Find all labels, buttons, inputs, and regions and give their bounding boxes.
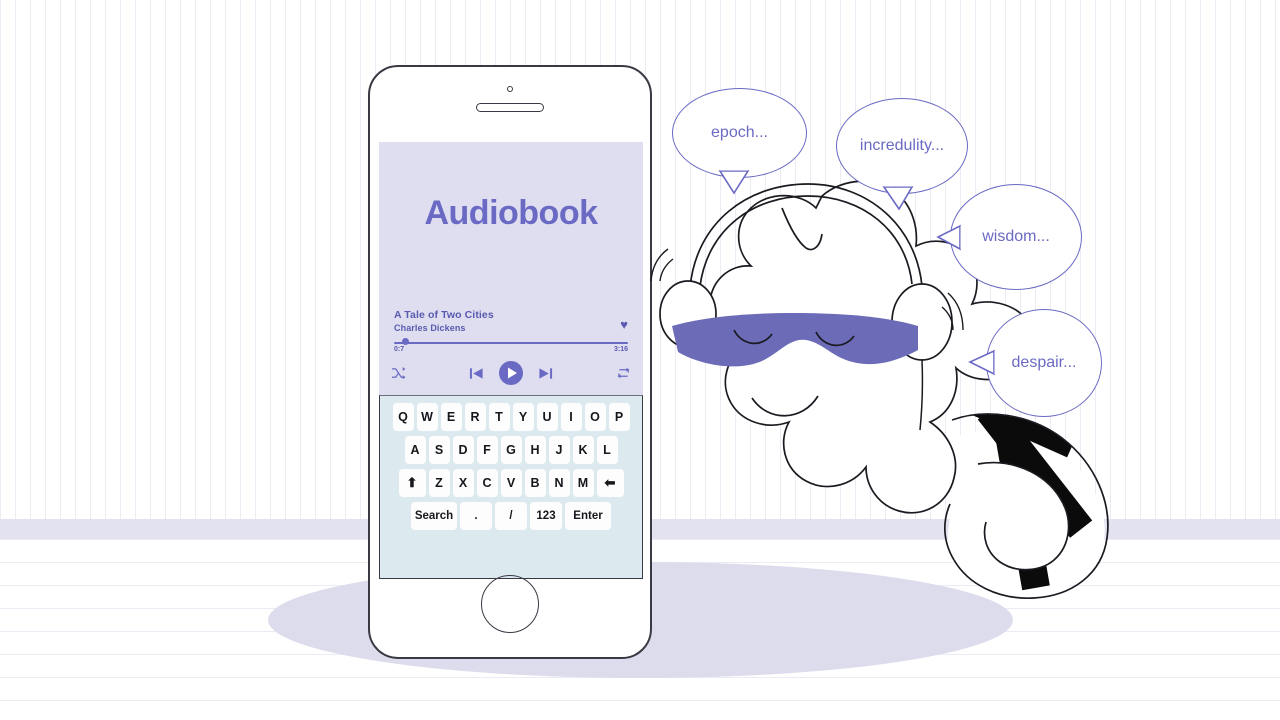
phone-frame: Audiobook A Tale of Two Cities Charles D…: [368, 65, 652, 659]
key-g[interactable]: G: [500, 436, 522, 464]
key-e[interactable]: E: [440, 403, 462, 431]
keyboard-row-4: Search . / 123 Enter: [384, 502, 638, 530]
search-key[interactable]: Search: [411, 502, 457, 530]
track-author: Charles Dickens: [394, 323, 466, 333]
keyboard-row-3: ⬆ Z X C V B N M ⬅: [384, 469, 638, 497]
key-j[interactable]: J: [548, 436, 570, 464]
favorite-heart-icon[interactable]: ♥: [620, 318, 628, 331]
backspace-key[interactable]: ⬅: [596, 469, 624, 497]
progress-bar[interactable]: 0:7 3:16: [394, 338, 628, 353]
speech-bubble-incredulity-tail: [882, 184, 914, 211]
key-r[interactable]: R: [464, 403, 486, 431]
key-y[interactable]: Y: [512, 403, 534, 431]
total-time: 3:16: [613, 346, 628, 353]
numbers-key[interactable]: 123: [530, 502, 562, 530]
key-f[interactable]: F: [476, 436, 498, 464]
keyboard-row-1: Q W E R T Y U I O P: [384, 403, 638, 431]
sound-wave-right: [941, 292, 964, 331]
key-h[interactable]: H: [524, 436, 546, 464]
track-info: A Tale of Two Cities Charles Dickens ♥: [394, 309, 628, 333]
home-button[interactable]: [481, 575, 539, 633]
speech-bubble-despair: despair...: [986, 309, 1102, 417]
repeat-icon[interactable]: [616, 367, 631, 379]
speech-bubble-incredulity: incredulity...: [836, 98, 968, 194]
key-w[interactable]: W: [416, 403, 438, 431]
key-s[interactable]: S: [428, 436, 450, 464]
key-o[interactable]: O: [584, 403, 606, 431]
bubble-text-wisdom: wisdom...: [982, 228, 1050, 245]
key-d[interactable]: D: [452, 436, 474, 464]
on-screen-keyboard[interactable]: Q W E R T Y U I O P A S D F G H J K L ⬆ …: [379, 395, 643, 579]
shift-key[interactable]: ⬆: [398, 469, 426, 497]
key-k[interactable]: K: [572, 436, 594, 464]
key-i[interactable]: I: [560, 403, 582, 431]
key-v[interactable]: V: [500, 469, 522, 497]
bubble-text-incredulity: incredulity...: [859, 137, 945, 154]
speech-bubble-epoch-tail: [718, 168, 750, 195]
speech-bubble-despair-tail: [968, 349, 998, 376]
period-key[interactable]: .: [460, 502, 492, 530]
front-camera-icon: [507, 86, 513, 92]
track-title: A Tale of Two Cities: [394, 309, 494, 321]
bubble-text-epoch: epoch...: [711, 124, 768, 141]
key-b[interactable]: B: [524, 469, 546, 497]
app-title: Audiobook: [424, 194, 598, 232]
shuffle-icon[interactable]: [391, 366, 406, 380]
speech-bubble-wisdom: wisdom...: [950, 184, 1082, 290]
player-controls: [391, 359, 631, 387]
key-a[interactable]: A: [404, 436, 426, 464]
play-icon[interactable]: [498, 360, 524, 386]
speech-bubble-epoch: epoch...: [672, 88, 807, 178]
audiobook-player: Audiobook A Tale of Two Cities Charles D…: [379, 142, 643, 395]
slash-key[interactable]: /: [495, 502, 527, 530]
enter-key[interactable]: Enter: [565, 502, 611, 530]
key-t[interactable]: T: [488, 403, 510, 431]
key-m[interactable]: M: [572, 469, 594, 497]
key-u[interactable]: U: [536, 403, 558, 431]
bubble-text-despair: despair...: [1011, 354, 1077, 371]
key-z[interactable]: Z: [428, 469, 450, 497]
sound-wave-left: [650, 248, 674, 282]
earpiece-speaker: [476, 103, 544, 112]
previous-track-icon[interactable]: [469, 366, 484, 381]
phone-screen: Audiobook A Tale of Two Cities Charles D…: [379, 142, 643, 579]
key-x[interactable]: X: [452, 469, 474, 497]
illustration-scene: epoch... incredulity... wisdom... despai…: [0, 0, 1280, 720]
key-q[interactable]: Q: [392, 403, 414, 431]
key-n[interactable]: N: [548, 469, 570, 497]
key-c[interactable]: C: [476, 469, 498, 497]
keyboard-row-2: A S D F G H J K L: [384, 436, 638, 464]
key-l[interactable]: L: [596, 436, 618, 464]
next-track-icon[interactable]: [538, 366, 553, 381]
elapsed-time: 0:7: [394, 346, 405, 353]
key-p[interactable]: P: [608, 403, 630, 431]
speech-bubble-wisdom-tail: [936, 224, 964, 251]
progress-track[interactable]: [394, 342, 628, 344]
